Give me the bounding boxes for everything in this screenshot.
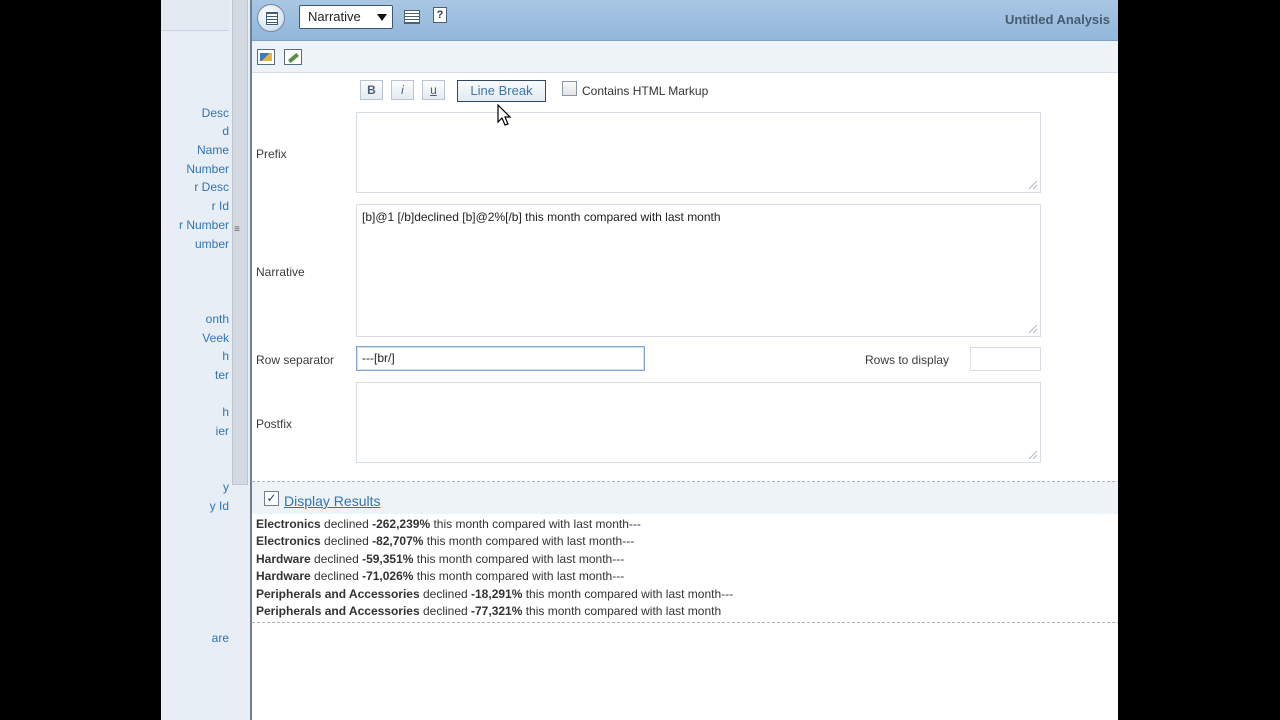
result-line: Electronics declined -262,239% this mont…: [256, 517, 641, 531]
italic-button[interactable]: i: [391, 80, 414, 100]
column-item[interactable]: are: [161, 631, 229, 645]
result-line: Hardware declined -71,026% this month co…: [256, 569, 624, 583]
line-break-button[interactable]: Line Break: [457, 80, 546, 102]
result-percent: -82,707%: [372, 534, 424, 548]
rows-to-display-label: Rows to display: [865, 353, 950, 367]
result-verb: declined: [419, 604, 472, 618]
narrative-value: [b]@1 [/b]declined [b]@2%[/b] this month…: [362, 210, 721, 224]
column-item[interactable]: h: [161, 349, 229, 363]
result-rest: this month compared with last month---: [413, 569, 625, 583]
edit-view-icon[interactable]: [257, 49, 275, 65]
postfix-label: Postfix: [256, 417, 293, 431]
result-percent: -262,239%: [372, 517, 431, 531]
column-item[interactable]: y: [161, 480, 229, 494]
column-item[interactable]: h: [161, 405, 229, 419]
resize-grip-icon[interactable]: [1029, 325, 1037, 333]
result-rest: this month compared with last month---: [522, 587, 734, 601]
edit-toolbar: [252, 41, 1120, 73]
result-name: Peripherals and Accessories: [256, 604, 420, 618]
view-header: Narrative ? Untitled Analysis: [252, 0, 1120, 41]
results-header: ✓ Display Results: [252, 482, 1120, 514]
column-item[interactable]: Name: [161, 143, 229, 157]
pane-splitter[interactable]: ≡: [229, 0, 250, 720]
result-name: Hardware: [256, 552, 311, 566]
result-line: Peripherals and Accessories declined -18…: [256, 587, 733, 601]
column-item[interactable]: ier: [161, 424, 229, 438]
result-rest: this month compared with last month---: [413, 552, 625, 566]
column-item[interactable]: r Id: [161, 199, 229, 213]
letterbox: [1118, 0, 1280, 720]
column-item[interactable]: r Desc: [161, 180, 229, 194]
result-verb: declined: [320, 534, 373, 548]
row-separator-input[interactable]: ---[br/]: [356, 346, 645, 371]
bold-button[interactable]: B: [360, 80, 383, 100]
clear-icon[interactable]: [284, 49, 302, 65]
column-item[interactable]: umber: [161, 237, 229, 251]
contains-html-checkbox[interactable]: [562, 81, 577, 96]
subject-area-pane: Desc d Name Number r Desc r Id r Number …: [161, 0, 230, 720]
column-item[interactable]: r Number: [161, 218, 229, 232]
resize-grip-icon[interactable]: [1029, 181, 1037, 189]
display-results-link[interactable]: Display Results: [284, 493, 380, 509]
result-name: Hardware: [256, 569, 311, 583]
result-name: Peripherals and Accessories: [256, 587, 420, 601]
result-line: Peripherals and Accessories declined -77…: [256, 604, 721, 618]
result-verb: declined: [419, 587, 472, 601]
narrative-textarea[interactable]: [b]@1 [/b]declined [b]@2%[/b] this month…: [356, 204, 1041, 337]
result-percent: -18,291%: [471, 587, 523, 601]
prefix-label: Prefix: [256, 147, 287, 161]
result-line: Hardware declined -59,351% this month co…: [256, 552, 624, 566]
scrollbar[interactable]: [232, 0, 248, 485]
postfix-textarea[interactable]: [356, 382, 1041, 463]
row-separator-label: Row separator: [256, 353, 335, 367]
result-verb: declined: [310, 552, 363, 566]
chevron-down-icon: [377, 14, 387, 21]
grip-icon: ≡: [234, 224, 240, 235]
column-item[interactable]: onth: [161, 312, 229, 326]
result-name: Electronics: [256, 517, 321, 531]
prefix-textarea[interactable]: [356, 112, 1041, 193]
result-name: Electronics: [256, 534, 321, 548]
result-percent: -71,026%: [362, 569, 414, 583]
view-type-icon[interactable]: [257, 4, 285, 32]
view-type-value: Narrative: [308, 9, 361, 24]
view-type-dropdown[interactable]: Narrative: [299, 5, 393, 29]
resize-grip-icon[interactable]: [1029, 451, 1037, 459]
column-item[interactable]: ter: [161, 368, 229, 382]
column-item[interactable]: Veek: [161, 331, 229, 345]
underline-button[interactable]: u: [422, 80, 445, 100]
contains-html-label: Contains HTML Markup: [582, 84, 709, 98]
result-percent: -77,321%: [471, 604, 523, 618]
result-line: Electronics declined -82,707% this month…: [256, 534, 634, 548]
column-item[interactable]: Number: [161, 162, 229, 176]
mouse-pointer-icon: [497, 104, 512, 126]
result-verb: declined: [320, 517, 373, 531]
column-item[interactable]: y Id: [161, 499, 229, 513]
result-rest: this month compared with last month---: [430, 517, 641, 531]
divider: [252, 622, 1120, 623]
result-verb: declined: [310, 569, 363, 583]
column-item[interactable]: Desc: [161, 106, 229, 120]
properties-icon[interactable]: [404, 10, 420, 24]
help-icon[interactable]: ?: [433, 7, 447, 23]
result-percent: -59,351%: [362, 552, 414, 566]
column-item[interactable]: d: [161, 124, 229, 138]
result-rest: this month compared with last month: [522, 604, 722, 618]
display-results-checkbox[interactable]: ✓: [264, 491, 279, 506]
analysis-title: Untitled Analysis: [1005, 12, 1110, 27]
narrative-label: Narrative: [256, 265, 305, 279]
subject-area-header: [161, 0, 229, 31]
result-rest: this month compared with last month---: [423, 534, 635, 548]
narrative-editor: Narrative ? Untitled Analysis B i u Line…: [250, 0, 1120, 720]
rows-to-display-input[interactable]: [970, 347, 1041, 371]
